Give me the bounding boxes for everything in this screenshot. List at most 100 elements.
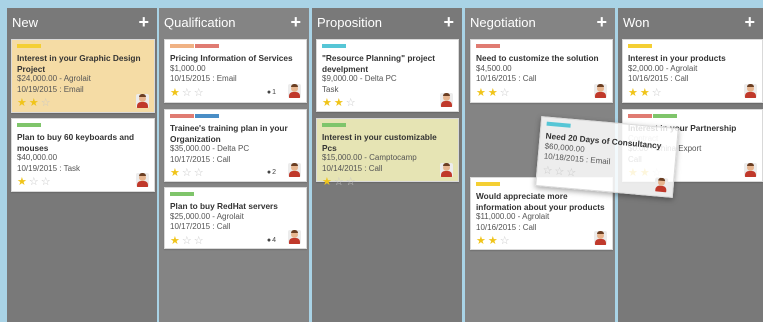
star-icon[interactable]: ★: [17, 177, 27, 188]
column-header: Proposition +: [312, 8, 462, 36]
user-avatar: [594, 231, 607, 245]
star-empty-icon[interactable]: ☆: [194, 168, 204, 179]
add-card-button[interactable]: +: [443, 13, 454, 31]
star-empty-icon[interactable]: ☆: [346, 177, 356, 188]
message-count: 4: [272, 236, 276, 244]
card-amount: $15,000.00 - Camptocamp: [322, 153, 417, 162]
priority-stars[interactable]: ★★☆: [476, 87, 510, 99]
star-empty-icon[interactable]: ☆: [182, 87, 192, 99]
tag-red: [476, 44, 500, 48]
opportunity-card[interactable]: Trainee's training plan in your Organiza…: [164, 109, 307, 182]
priority-stars[interactable]: ★ ☆ ☆: [322, 177, 356, 188]
priority-stars[interactable]: ☆ ☆ ☆: [542, 164, 577, 179]
card-amount: $24,000.00 - Agrolait: [17, 74, 91, 83]
star-icon[interactable]: ★: [170, 87, 180, 99]
user-avatar: [744, 163, 757, 177]
messages-count[interactable]: ● 1: [267, 88, 276, 99]
tag-bar: [476, 44, 606, 48]
user-avatar: [744, 84, 757, 98]
star-empty-icon[interactable]: ☆: [554, 165, 565, 178]
card-footer: ★ ☆ ☆ ● 2: [170, 167, 300, 180]
star-icon[interactable]: ★: [170, 235, 180, 247]
tag-orange: [170, 44, 194, 48]
star-empty-icon[interactable]: ☆: [194, 87, 204, 99]
star-icon[interactable]: ★: [488, 236, 498, 247]
star-icon[interactable]: ★: [476, 236, 486, 247]
card-footer: ★★☆: [628, 87, 756, 100]
star-icon[interactable]: ★: [476, 87, 486, 99]
card-title: Plan to buy RedHat servers: [170, 201, 278, 211]
messages-count[interactable]: ● 4: [267, 236, 276, 247]
star-icon[interactable]: ★: [170, 168, 180, 179]
star-empty-icon[interactable]: ☆: [542, 164, 553, 177]
star-icon[interactable]: ★: [334, 98, 344, 109]
add-card-button[interactable]: +: [744, 13, 755, 31]
card-footer: ★★☆: [17, 97, 148, 110]
dragged-opportunity-card[interactable]: Need 20 Days of Consultancy $60,000.00 1…: [535, 116, 679, 198]
priority-stars[interactable]: ★ ☆ ☆: [170, 168, 204, 179]
tag-yellow: [17, 44, 41, 48]
opportunity-card[interactable]: Plan to buy 60 keyboards and mouses $40,…: [11, 118, 155, 192]
star-icon[interactable]: ★: [488, 87, 498, 99]
add-card-button[interactable]: +: [290, 13, 301, 31]
star-empty-icon[interactable]: ☆: [41, 98, 51, 109]
add-card-button[interactable]: +: [138, 13, 149, 31]
star-empty-icon[interactable]: ☆: [566, 166, 577, 179]
star-icon[interactable]: ★: [29, 98, 39, 109]
user-avatar: [136, 94, 149, 108]
star-icon[interactable]: ★: [322, 177, 332, 188]
star-empty-icon[interactable]: ☆: [41, 177, 51, 188]
star-empty-icon[interactable]: ☆: [194, 235, 204, 247]
comment-icon: ●: [266, 236, 272, 244]
tag-red: [195, 44, 219, 48]
priority-stars[interactable]: ★★☆: [17, 98, 51, 109]
priority-stars[interactable]: ★ ☆ ☆: [170, 235, 204, 247]
opportunity-card[interactable]: Need to customize the solution $4,500.00…: [470, 39, 613, 103]
card-footer: ★ ☆ ☆ ● 1: [170, 87, 300, 100]
card-title: Trainee's training plan in your Organiza…: [170, 123, 288, 144]
priority-stars[interactable]: ★★☆: [628, 87, 662, 99]
user-avatar: [288, 163, 301, 177]
star-empty-icon[interactable]: ☆: [652, 87, 662, 99]
star-empty-icon[interactable]: ☆: [29, 177, 39, 188]
column-title: Proposition: [317, 14, 383, 30]
star-empty-icon[interactable]: ☆: [182, 235, 192, 247]
card-activity: 10/16/2015 : Call: [476, 222, 537, 232]
card-footer: ★ ☆ ☆: [17, 176, 148, 189]
card-activity: 10/17/2015 : Call: [170, 222, 231, 231]
star-empty-icon[interactable]: ☆: [334, 177, 344, 188]
user-avatar: [594, 84, 607, 98]
opportunity-card[interactable]: Interest in your customizable Pcs $15,00…: [316, 118, 459, 188]
star-icon[interactable]: ★: [628, 87, 638, 99]
priority-stars[interactable]: ★ ☆ ☆: [17, 177, 51, 188]
tag-bar: [17, 123, 148, 127]
column-title: New: [12, 14, 39, 30]
card-footer: ★★☆: [322, 97, 452, 110]
opportunity-card[interactable]: Plan to buy RedHat servers $25,000.00 - …: [164, 187, 307, 249]
add-card-button[interactable]: +: [596, 13, 607, 31]
comment-icon: ●: [266, 88, 272, 96]
card-amount: $4,500.00: [476, 63, 512, 73]
priority-stars[interactable]: ★★☆: [476, 236, 510, 247]
card-activity: 10/19/2015 : Task: [17, 163, 81, 173]
star-icon[interactable]: ★: [640, 87, 650, 99]
star-empty-icon[interactable]: ☆: [500, 236, 510, 247]
tag-bar: [322, 44, 452, 48]
priority-stars[interactable]: ★ ☆ ☆: [170, 87, 204, 99]
opportunity-card[interactable]: Interest in your Graphic Design Project …: [11, 39, 155, 113]
card-title: "Resource Planning" project develpment: [322, 53, 435, 74]
star-icon[interactable]: ★: [17, 98, 27, 109]
user-avatar: [288, 230, 301, 244]
opportunity-card[interactable]: "Resource Planning" project develpment $…: [316, 39, 459, 112]
star-icon[interactable]: ★: [322, 98, 332, 109]
messages-count[interactable]: ● 2: [267, 168, 276, 179]
star-empty-icon[interactable]: ☆: [182, 168, 192, 179]
opportunity-card[interactable]: Interest in your products $2,000.00 - Ag…: [622, 39, 763, 103]
user-avatar: [654, 177, 669, 193]
priority-stars[interactable]: ★★☆: [322, 98, 356, 109]
star-empty-icon[interactable]: ☆: [346, 98, 356, 109]
card-title: Would appreciate more information about …: [476, 191, 605, 212]
opportunity-card[interactable]: Pricing Information of Services $1,000.0…: [164, 39, 307, 103]
star-empty-icon[interactable]: ☆: [500, 87, 510, 99]
card-activity: Task: [322, 84, 339, 94]
